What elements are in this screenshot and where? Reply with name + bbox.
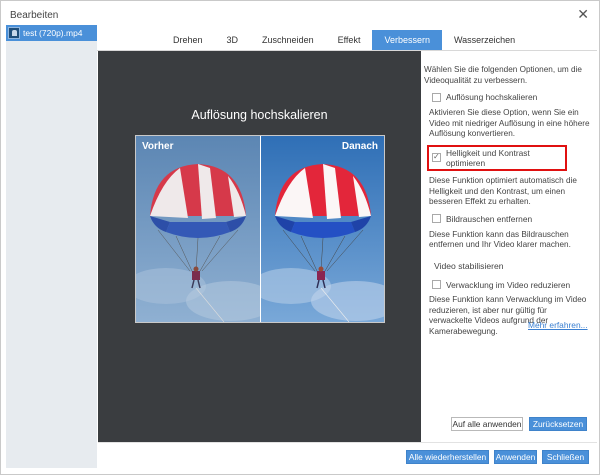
brightness-contrast-option[interactable]: Helligkeit und Kontrast optimieren (427, 144, 567, 171)
tab-crop[interactable]: Zuschneiden (250, 30, 326, 50)
apply-button[interactable]: Anwenden (494, 450, 537, 464)
denoise-label: Bildrauschen entfernen (446, 213, 533, 224)
title-bar: Bearbeiten ✕ (1, 1, 599, 28)
brightness-contrast-description: Diese Funktion optimiert automatisch die… (429, 175, 577, 207)
tab-enhance[interactable]: Verbessern (372, 30, 442, 50)
edit-tabs: Drehen 3D Zuschneiden Effekt Verbessern … (161, 30, 527, 50)
reset-button[interactable]: Zurücksetzen (529, 417, 587, 431)
close-icon[interactable]: ✕ (577, 6, 589, 22)
apply-to-all-button[interactable]: Auf alle anwenden (451, 417, 523, 431)
stabilize-heading: Video stabilisieren (434, 260, 504, 271)
before-image: Vorher (136, 136, 260, 322)
preview-area: Auflösung hochskalieren Vorher Danach (98, 51, 421, 442)
close-button[interactable]: Schließen (542, 450, 589, 464)
window-title: Bearbeiten (10, 10, 59, 21)
file-name: test (720p).mp4 (23, 28, 83, 38)
footer-divider (98, 442, 597, 443)
brightness-contrast-checkbox[interactable] (432, 152, 441, 163)
stabilize-option[interactable]: Verwacklung im Video reduzieren (432, 280, 594, 290)
tab-watermark[interactable]: Wasserzeichen (442, 30, 527, 50)
intro-text: Wählen Sie die folgenden Optionen, um di… (424, 65, 582, 85)
file-list: test (720p).mp4 (6, 25, 97, 468)
restore-all-button[interactable]: Alle wiederherstellen (406, 450, 489, 464)
upscale-option[interactable]: Auflösung hochskalieren (432, 92, 594, 102)
upscale-description: Aktivieren Sie diese Option, wenn Sie ei… (429, 108, 590, 139)
enhance-options-panel: Wählen Sie die folgenden Optionen, um di… (424, 56, 594, 337)
parachute-image-before (136, 136, 260, 322)
upscale-checkbox[interactable] (432, 92, 441, 102)
before-after-comparison: Vorher Danach (135, 135, 385, 323)
stabilize-checkbox[interactable] (432, 280, 441, 290)
tab-3d[interactable]: 3D (215, 30, 251, 50)
upscale-label: Auflösung hochskalieren (446, 92, 538, 103)
tab-rotate[interactable]: Drehen (161, 30, 215, 50)
before-label: Vorher (142, 141, 174, 152)
file-list-item[interactable]: test (720p).mp4 (6, 25, 97, 41)
tab-effect[interactable]: Effekt (326, 30, 373, 50)
edit-dialog: Bearbeiten ✕ test (720p).mp4 Drehen 3D Z… (0, 0, 600, 475)
parachute-image-after (260, 136, 384, 322)
preview-title: Auflösung hochskalieren (191, 108, 328, 122)
stabilize-description: Diese Funktion kann Verwacklung im Video… (429, 294, 587, 336)
brightness-contrast-label: Helligkeit und Kontrast optimieren (446, 147, 530, 168)
learn-more-link[interactable]: Mehr erfahren... (528, 320, 588, 330)
video-thumbnail-icon (8, 27, 20, 39)
stabilize-label: Verwacklung im Video reduzieren (446, 279, 571, 290)
after-image: Danach (260, 136, 384, 322)
denoise-checkbox[interactable] (432, 214, 441, 224)
after-label: Danach (341, 141, 378, 152)
denoise-option[interactable]: Bildrauschen entfernen (432, 214, 594, 224)
denoise-description: Diese Funktion kann das Bildrauschen ent… (429, 229, 571, 250)
